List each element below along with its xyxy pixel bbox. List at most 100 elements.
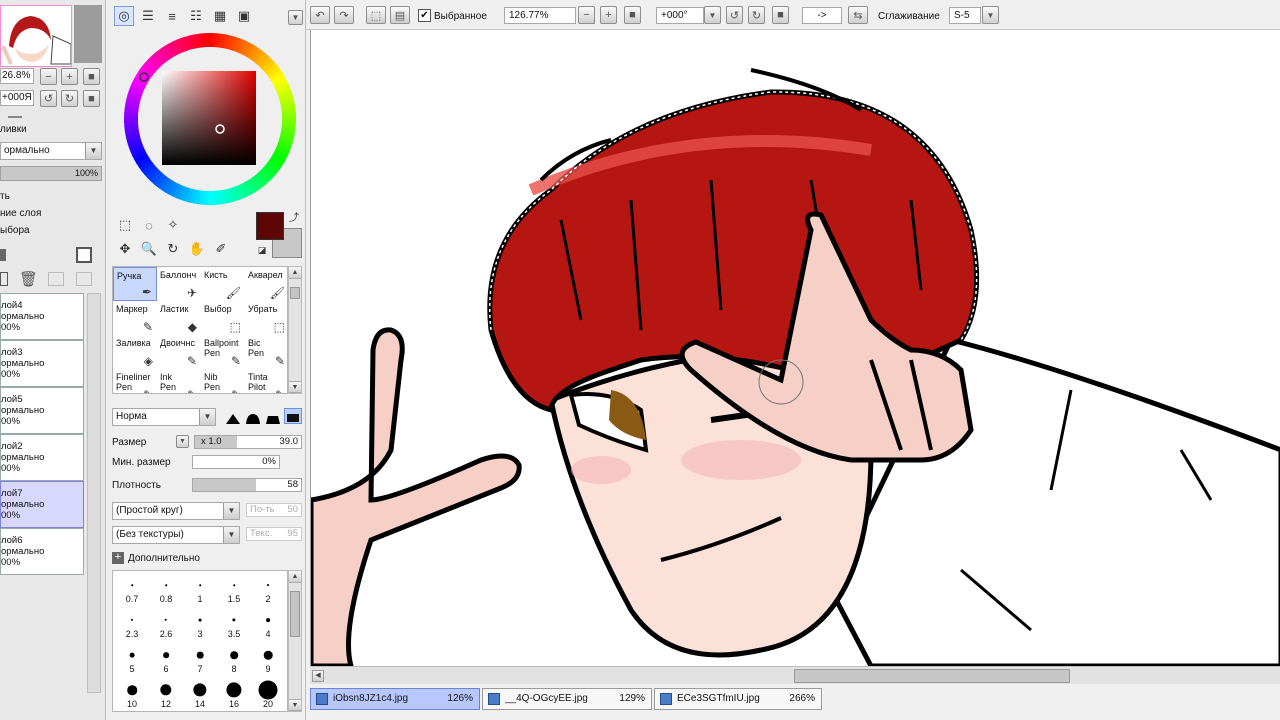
magic-wand-icon[interactable]: ✧ [164, 216, 182, 234]
brush-size-preset[interactable]: 2.6 [149, 607, 183, 641]
brush-tool-deselect-pen[interactable]: Убрать ⬚ [245, 301, 287, 335]
size-slider[interactable]: x 1.0 39.0 [194, 435, 302, 449]
layer-transfer-icon[interactable] [48, 272, 64, 286]
chevron-down-icon[interactable]: ▼ [704, 6, 721, 24]
brush-size-preset[interactable]: 0.8 [149, 572, 183, 606]
zoom-reset-button[interactable]: ■ [83, 68, 100, 85]
brush-size-preset[interactable]: 3 [183, 607, 217, 641]
rotate-left-button[interactable]: ↺ [40, 90, 57, 107]
move-icon[interactable]: ✥ [116, 240, 134, 258]
chevron-down-icon[interactable]: ▼ [982, 6, 999, 24]
trash-icon[interactable]: 🗑 [19, 270, 38, 288]
scroll-down-icon[interactable]: ▼ [289, 381, 301, 393]
brush-size-preset[interactable]: 8 [217, 642, 251, 676]
hsv-slider-tab-icon[interactable]: ≡ [162, 6, 182, 26]
flip-view-icon[interactable]: ⇆ [848, 6, 868, 24]
texture-amount-slider[interactable]: Текс. 95 [246, 527, 302, 541]
brush-size-preset[interactable]: 12 [149, 677, 183, 711]
eyedropper-icon[interactable]: ✐ [212, 240, 230, 258]
selection-checkbox[interactable]: ✔ [418, 9, 431, 22]
layer-item[interactable]: лой6 ормально 00% [0, 528, 84, 575]
rotation-select[interactable]: +000° [656, 7, 704, 24]
navigator-thumbnail[interactable] [0, 5, 72, 67]
canvas-horizontal-scrollbar[interactable]: ◀ [310, 666, 1280, 684]
density-slider[interactable]: 58 [192, 478, 302, 492]
rotate-right-icon[interactable]: ↻ [748, 6, 765, 24]
rgb-slider-tab-icon[interactable]: ☰ [138, 6, 158, 26]
panel-menu-button[interactable]: ▼ [288, 10, 303, 25]
brush-size-preset[interactable]: 2 [251, 572, 285, 606]
min-size-slider[interactable]: 0% [192, 455, 280, 469]
layer-item[interactable]: лой3 ормально 00% [0, 340, 84, 387]
swatches-tab-icon[interactable]: ▦ [210, 6, 230, 26]
zoom-tool-icon[interactable]: 🔍 [140, 240, 158, 258]
brush-size-preset[interactable]: 1.5 [217, 572, 251, 606]
redo-icon[interactable]: ↷ [334, 6, 354, 24]
brush-tool-eraser[interactable]: Ластик ◆ [157, 301, 201, 335]
brush-size-preset[interactable]: 14 [183, 677, 217, 711]
scroll-thumb[interactable] [794, 669, 1070, 683]
brush-tool-watercolor[interactable]: Акварел 🖌 [245, 267, 287, 301]
brush-tool-tinta-pilot[interactable]: Tinta Pilot ✎ [245, 369, 287, 393]
brush-tip-round-icon[interactable] [224, 408, 242, 424]
layer-merge-icon[interactable] [0, 272, 8, 286]
brush-tool-fineliner[interactable]: Fineliner Pen✎ [113, 369, 157, 393]
color-wheel[interactable] [124, 33, 296, 205]
brush-tool-nib-pen[interactable]: Nib Pen ✎ [201, 369, 245, 393]
scroll-down-icon[interactable]: ▼ [289, 699, 301, 711]
document-tab[interactable]: ECe3SGTfmIU.jpg 266% [654, 688, 822, 710]
undo-icon[interactable]: ↶ [310, 6, 330, 24]
zoom-select[interactable]: 126.77% ▼ [504, 7, 595, 24]
brush-size-preset[interactable]: 5 [115, 642, 149, 676]
layer-list-scrollbar[interactable] [87, 293, 101, 693]
navigator-zoom-field[interactable]: 26.8% [0, 68, 34, 84]
zoom-out-icon[interactable]: − [578, 6, 595, 24]
advanced-settings-label[interactable]: Дополнительно [128, 553, 200, 564]
color-mixer-tab-icon[interactable]: ☷ [186, 6, 206, 26]
document-tab[interactable]: __4Q-OGcyEE.jpg 129% [482, 688, 652, 710]
brush-size-preset[interactable]: 6 [149, 642, 183, 676]
layer-blend-mode-select[interactable]: ормально ▼ [0, 142, 102, 160]
brush-texture-select[interactable]: (Без текстуры) ▼ [112, 526, 240, 544]
brush-size-preset[interactable]: 16 [217, 677, 251, 711]
reset-colors-icon[interactable]: ◪ [256, 244, 268, 256]
brush-tool-binary-pen[interactable]: Двоичнс ✎ [157, 335, 201, 369]
brush-tool-airbrush[interactable]: Баллонч ✈ [157, 267, 201, 301]
deselect-icon[interactable]: ⬚ [366, 6, 386, 24]
shape-amount-slider[interactable]: По-ть 50 [246, 503, 302, 517]
brush-blend-mode-select[interactable]: Норма ▼ [112, 408, 216, 426]
layer-option-clip[interactable]: ние слоя [0, 208, 41, 219]
brush-tool-ballpoint[interactable]: Ballpoint Pen ✎ [201, 335, 245, 369]
brush-tool-fill[interactable]: Заливка ◈ [113, 335, 157, 369]
rotate-left-icon[interactable]: ↺ [726, 6, 743, 24]
brush-tool-pen[interactable]: Ручка ✒ [113, 267, 157, 301]
zoom-out-button[interactable]: − [40, 68, 57, 85]
layer-option-selection[interactable]: ыбора [0, 225, 30, 236]
brush-size-preset[interactable]: 1 [183, 572, 217, 606]
color-wheel-tab-icon[interactable]: ◎ [114, 6, 134, 26]
size-multiplier-dropdown[interactable]: ▼ [176, 435, 189, 448]
rotate-tool-icon[interactable]: ↻ [164, 240, 182, 258]
scratchpad-tab-icon[interactable]: ▣ [234, 6, 254, 26]
lasso-select-icon[interactable]: ◌ [140, 216, 158, 234]
zoom-reset-icon[interactable]: ■ [624, 6, 641, 24]
brush-tool-bic-pen[interactable]: Bic Pen ✎ [245, 335, 287, 369]
scroll-up-icon[interactable]: ▲ [289, 571, 301, 583]
brush-tip-square-icon[interactable] [284, 408, 302, 424]
brush-tool-brush[interactable]: Кисть 🖌 [201, 267, 245, 301]
brush-size-preset[interactable]: 20 [251, 677, 285, 711]
hand-tool-icon[interactable]: ✋ [188, 240, 206, 258]
scroll-left-icon[interactable]: ◀ [312, 670, 324, 682]
rect-select-icon[interactable]: ⬚ [116, 216, 134, 234]
zoom-in-icon[interactable]: + [600, 6, 617, 24]
scroll-thumb[interactable] [290, 287, 300, 299]
rotation-reset-button[interactable]: ■ [83, 90, 100, 107]
rotation-reset-icon[interactable]: ■ [772, 6, 789, 24]
brush-size-scrollbar[interactable]: ▲ ▼ [288, 570, 302, 712]
brush-size-preset[interactable]: 0.7 [115, 572, 149, 606]
invert-selection-icon[interactable]: ▤ [390, 6, 410, 24]
drawing-canvas[interactable] [310, 30, 1280, 666]
brush-tool-marker[interactable]: Маркер ✎ [113, 301, 157, 335]
layer-merge-down-icon[interactable] [76, 272, 92, 286]
zoom-in-button[interactable]: + [61, 68, 78, 85]
